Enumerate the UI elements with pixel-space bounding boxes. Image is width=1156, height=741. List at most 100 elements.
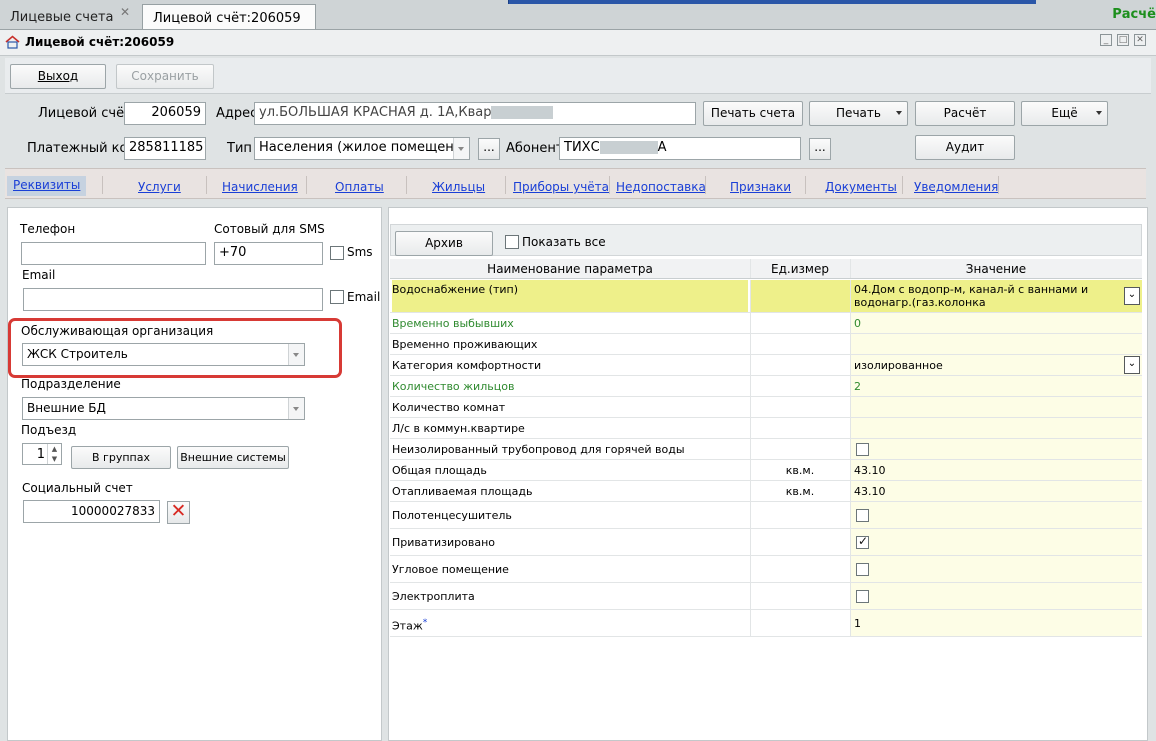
- dropdown-arrow-icon[interactable]: [288, 344, 304, 365]
- doc-tab-account-206059[interactable]: Лицевой счёт:206059: [142, 4, 316, 29]
- entrance-stepper[interactable]: 1 ▲ ▼: [22, 443, 62, 465]
- table-row[interactable]: Количество жильцов 2: [390, 376, 1142, 397]
- param-value[interactable]: 43.10: [850, 460, 1142, 480]
- subscriber-field[interactable]: ТИХС А: [559, 137, 801, 160]
- grid-divider: [750, 355, 751, 375]
- column-header-unit[interactable]: Ед.измер: [750, 262, 850, 276]
- doc-tab-accounts[interactable]: Лицевые счета: [0, 4, 122, 29]
- parameters-grid: Наименование параметра Ед.измер Значение…: [390, 259, 1142, 741]
- table-row[interactable]: Водоснабжение (тип) 04.Дом с водопр-м, ка…: [390, 280, 1142, 313]
- param-value[interactable]: [850, 418, 1142, 438]
- tab-services[interactable]: Услуги: [138, 180, 181, 194]
- param-checkbox[interactable]: [856, 590, 869, 603]
- doc-tab-label: Лицевые счета: [10, 10, 114, 25]
- print-invoice-button[interactable]: Печать счета: [703, 101, 803, 126]
- table-row[interactable]: Приватизировано: [390, 529, 1142, 556]
- param-value[interactable]: изолированное ⌄: [850, 355, 1142, 375]
- org-select[interactable]: ЖСК Строитель: [22, 343, 305, 366]
- in-groups-button[interactable]: В группах: [71, 446, 171, 469]
- sms-checkbox[interactable]: [330, 246, 344, 260]
- email-checkbox[interactable]: [330, 290, 344, 304]
- print-menu-button[interactable]: Печать: [809, 101, 908, 126]
- calculate-button[interactable]: Расчёт: [915, 101, 1015, 126]
- save-button[interactable]: Сохранить: [116, 64, 214, 89]
- table-row[interactable]: Полотенцесушитель: [390, 502, 1142, 529]
- subscriber-more-button[interactable]: ...: [809, 138, 831, 160]
- param-checkbox[interactable]: [856, 563, 869, 576]
- phone-field[interactable]: [21, 242, 206, 265]
- table-row[interactable]: Общая площадь кв.м. 43.10: [390, 460, 1142, 481]
- tab-documents[interactable]: Документы: [825, 180, 897, 194]
- param-value[interactable]: 43.10: [850, 481, 1142, 501]
- paycode-field[interactable]: 2858111851: [124, 137, 206, 160]
- table-row[interactable]: Угловое помещение: [390, 556, 1142, 583]
- param-value[interactable]: [850, 439, 1142, 459]
- column-header-name[interactable]: Наименование параметра: [390, 262, 750, 276]
- chevron-down-icon[interactable]: ⌄: [1124, 356, 1140, 374]
- param-value[interactable]: [850, 583, 1142, 609]
- chevron-down-icon[interactable]: ⌄: [1124, 287, 1140, 305]
- grid-divider: [850, 418, 851, 438]
- param-value[interactable]: 2: [850, 376, 1142, 396]
- check-icon[interactable]: [856, 534, 869, 549]
- param-value[interactable]: [850, 502, 1142, 528]
- column-header-value[interactable]: Значение: [850, 262, 1142, 276]
- dropdown-arrow-icon[interactable]: [453, 138, 469, 159]
- account-number-field[interactable]: 206059: [124, 102, 206, 125]
- dropdown-arrow-icon[interactable]: [288, 398, 304, 419]
- table-row[interactable]: Категория комфортности изолированное ⌄: [390, 355, 1142, 376]
- org-label: Обслуживающая организация: [21, 324, 214, 338]
- tab-meters[interactable]: Приборы учёта: [513, 180, 609, 194]
- param-unit: кв.м.: [785, 464, 815, 477]
- grid-divider: [750, 280, 751, 312]
- param-value[interactable]: [850, 529, 1142, 555]
- param-value[interactable]: 1: [850, 610, 1142, 636]
- param-value[interactable]: 0: [850, 313, 1142, 333]
- table-row[interactable]: Л/с в коммун.квартире: [390, 418, 1142, 439]
- tab-charges[interactable]: Начисления: [222, 180, 298, 194]
- email-field[interactable]: [23, 288, 323, 311]
- param-value-text: [854, 418, 1142, 422]
- tab-residents[interactable]: Жильцы: [432, 180, 485, 194]
- table-row[interactable]: Количество комнат: [390, 397, 1142, 418]
- show-all-checkbox[interactable]: [505, 235, 519, 249]
- more-menu-button[interactable]: Ещё: [1021, 101, 1108, 126]
- type-more-button[interactable]: ...: [478, 138, 500, 160]
- param-value[interactable]: [850, 556, 1142, 582]
- division-select[interactable]: Внешние БД: [22, 397, 305, 420]
- table-row[interactable]: Отапливаемая площадь кв.м. 43.10: [390, 481, 1142, 502]
- close-window-icon[interactable]: ✕: [1134, 34, 1146, 46]
- param-name: Категория комфортности: [392, 359, 542, 372]
- table-row[interactable]: Неизолированный трубопровод для горячей …: [390, 439, 1142, 460]
- stepper-arrows-icon[interactable]: ▲ ▼: [47, 444, 61, 464]
- audit-button[interactable]: Аудит: [915, 135, 1015, 160]
- type-select[interactable]: Населения (жилое помещение): [254, 137, 470, 160]
- grid-divider: [750, 460, 751, 480]
- sms-phone-field[interactable]: +70: [214, 242, 323, 265]
- table-row[interactable]: Электроплита: [390, 583, 1142, 610]
- param-value[interactable]: [850, 334, 1142, 354]
- tab-divider: [206, 176, 207, 194]
- table-row[interactable]: Временно проживающих: [390, 334, 1142, 355]
- minimize-icon[interactable]: _: [1100, 34, 1112, 46]
- param-value[interactable]: [850, 397, 1142, 417]
- tab-rekvizity[interactable]: Реквизиты: [7, 176, 87, 196]
- tab-shortfall[interactable]: Недопоставка: [616, 180, 706, 194]
- external-systems-button[interactable]: Внешние системы: [177, 446, 289, 469]
- close-icon[interactable]: ✕: [120, 5, 130, 19]
- exit-button[interactable]: Выход: [10, 64, 106, 89]
- clear-x-icon[interactable]: ✕: [167, 501, 190, 524]
- tab-notifications[interactable]: Уведомления: [914, 180, 998, 194]
- table-row[interactable]: Временно выбывших 0: [390, 313, 1142, 334]
- table-row[interactable]: Этаж* 1: [390, 610, 1142, 637]
- archive-button[interactable]: Архив: [395, 231, 493, 256]
- social-account-field[interactable]: 10000027833: [23, 500, 160, 523]
- param-checkbox[interactable]: [856, 443, 869, 456]
- tab-attributes[interactable]: Признаки: [730, 180, 791, 194]
- param-checkbox[interactable]: [856, 509, 869, 522]
- tab-payments[interactable]: Оплаты: [335, 180, 384, 194]
- address-field[interactable]: ул.БОЛЬШАЯ КРАСНАЯ д. 1А,Квар: [254, 102, 696, 125]
- param-value[interactable]: 04.Дом с водопр-м, канал-й с ваннами и в…: [850, 280, 1142, 312]
- restore-icon[interactable]: □: [1117, 34, 1129, 46]
- redacted-block: [491, 106, 554, 119]
